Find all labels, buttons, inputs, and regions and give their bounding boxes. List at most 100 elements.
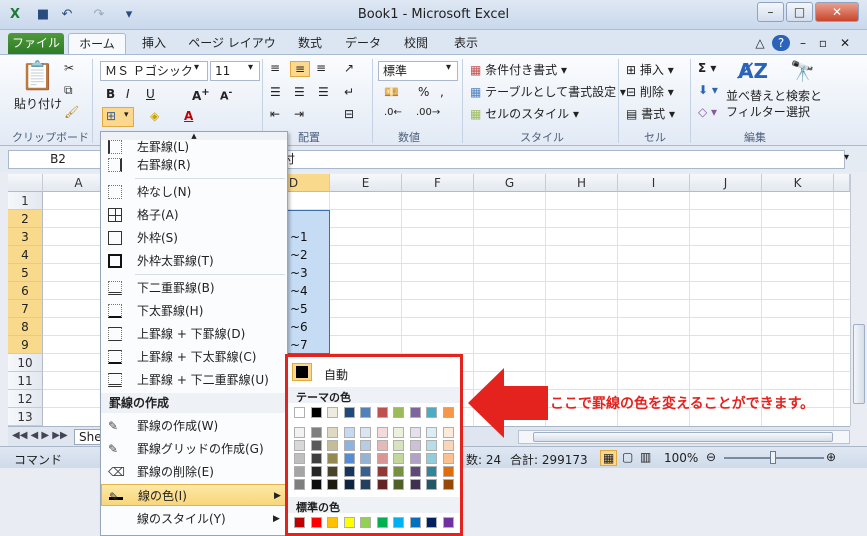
theme-shade-swatch[interactable] <box>393 427 404 438</box>
theme-shade-swatch[interactable] <box>310 479 322 490</box>
theme-color-swatch[interactable] <box>294 407 305 418</box>
standard-color-swatch[interactable] <box>343 517 355 528</box>
standard-color-swatch[interactable] <box>409 517 421 528</box>
decrease-indent-icon[interactable]: ⇤ <box>270 107 280 121</box>
column-header-e[interactable]: E <box>330 174 402 192</box>
column-header-f[interactable]: F <box>402 174 474 192</box>
standard-color-swatch[interactable] <box>310 517 322 528</box>
column-header-i[interactable]: I <box>618 174 690 192</box>
theme-color-swatch[interactable] <box>442 407 454 418</box>
percent-icon[interactable]: % <box>418 85 429 99</box>
tab-formulas[interactable]: 数式 <box>290 33 330 54</box>
delete-cells-button[interactable]: ⊟ 削除 ▾ <box>626 83 674 100</box>
row-header[interactable]: 5 <box>8 264 43 282</box>
currency-icon[interactable]: 💴 <box>384 85 399 99</box>
theme-shade-swatch[interactable] <box>310 427 322 438</box>
increase-decimal-icon[interactable]: .0← <box>384 107 402 118</box>
theme-shade-swatch[interactable] <box>360 427 371 438</box>
theme-shade-swatch[interactable] <box>376 479 388 490</box>
theme-shade-swatch[interactable] <box>426 440 437 451</box>
theme-shade-swatch[interactable] <box>310 440 322 451</box>
menu-item-thick-outside-borders[interactable]: 外枠太罫線(T) <box>101 250 287 272</box>
theme-shade-swatch[interactable] <box>409 427 421 438</box>
column-header-k[interactable]: K <box>762 174 834 192</box>
bold-icon[interactable]: B <box>106 87 115 101</box>
standard-color-swatch[interactable] <box>442 517 454 528</box>
theme-shade-swatch[interactable] <box>343 466 355 477</box>
menu-item-all-borders[interactable]: 格子(A) <box>101 204 287 226</box>
tab-view[interactable]: 表示 <box>446 33 486 54</box>
format-painter-icon[interactable]: 🖌 <box>64 105 79 119</box>
menu-item-top-bottom-border[interactable]: 上罫線 + 下罫線(D) <box>101 323 287 345</box>
grow-font-icon[interactable]: A+ <box>192 87 210 103</box>
doc-restore-icon[interactable]: ▫ <box>816 33 830 54</box>
align-top-icon[interactable]: ≡ <box>270 61 280 75</box>
menu-item-thick-bottom-border[interactable]: 下太罫線(H) <box>101 300 287 322</box>
comma-icon[interactable]: , <box>440 85 444 99</box>
chevron-down-icon[interactable]: ▾ <box>124 110 129 120</box>
column-header-g[interactable]: G <box>474 174 546 192</box>
sheet-nav-icon[interactable]: ◀◀ ◀ ▶ ▶▶ <box>12 430 68 441</box>
theme-shade-swatch[interactable] <box>343 427 355 438</box>
standard-color-swatch[interactable] <box>360 517 371 528</box>
theme-shade-swatch[interactable] <box>426 453 437 464</box>
auto-color-swatch[interactable] <box>292 363 312 381</box>
column-header-l[interactable] <box>834 174 850 192</box>
standard-color-swatch[interactable] <box>426 517 437 528</box>
format-as-table-button[interactable]: ▦ テーブルとして書式設定 ▾ <box>470 83 626 100</box>
menu-item-line-style[interactable]: 線のスタイル(Y) ▶ <box>101 508 287 530</box>
horizontal-scroll-thumb[interactable] <box>533 432 833 442</box>
theme-shade-swatch[interactable] <box>343 479 355 490</box>
wrap-text-icon[interactable]: ↵ <box>344 85 354 99</box>
menu-item-erase-border[interactable]: ⌫ 罫線の削除(E) <box>101 461 287 483</box>
theme-shade-swatch[interactable] <box>376 440 388 451</box>
maximize-button[interactable]: □ <box>786 2 813 22</box>
find-select-icon[interactable]: 🔭 <box>790 59 815 83</box>
theme-shade-swatch[interactable] <box>376 427 388 438</box>
underline-icon[interactable]: U <box>146 87 155 101</box>
paste-button[interactable]: 貼り付け <box>14 95 62 112</box>
theme-color-swatch[interactable] <box>360 407 371 418</box>
row-header[interactable]: 7 <box>8 300 43 318</box>
menu-item-line-color[interactable]: ✎ 線の色(I) ▶ <box>101 484 287 506</box>
close-button[interactable]: ✕ <box>815 2 859 22</box>
insert-cells-button[interactable]: ⊞ 挿入 ▾ <box>626 61 674 78</box>
theme-shade-swatch[interactable] <box>327 440 338 451</box>
theme-shade-swatch[interactable] <box>376 453 388 464</box>
align-center-icon[interactable]: ☰ <box>294 85 305 99</box>
minimize-button[interactable]: – <box>757 2 784 22</box>
theme-shade-swatch[interactable] <box>426 427 437 438</box>
conditional-format-button[interactable]: ▦ 条件付き書式 ▾ <box>470 61 567 78</box>
sort-filter-icon[interactable]: A̸Z <box>738 59 768 83</box>
theme-shade-swatch[interactable] <box>294 427 305 438</box>
menu-item-right-border[interactable]: 右罫線(R) <box>101 154 287 176</box>
cell-styles-button[interactable]: ▦ セルのスタイル ▾ <box>470 105 579 122</box>
fill-icon[interactable]: ⬇ ▾ <box>698 83 718 97</box>
menu-item-draw-border[interactable]: ✎ 罫線の作成(W) <box>101 415 287 437</box>
italic-icon[interactable]: I <box>126 87 130 101</box>
horizontal-scrollbar[interactable] <box>518 430 850 444</box>
row-header[interactable]: 13 <box>8 408 43 426</box>
cut-icon[interactable]: ✂ <box>64 61 74 75</box>
page-break-view-icon[interactable]: ▥ <box>640 450 651 464</box>
vertical-scroll-thumb[interactable] <box>853 324 865 404</box>
theme-color-swatch[interactable] <box>327 407 338 418</box>
paste-icon[interactable]: 📋 <box>20 59 55 92</box>
theme-color-swatch[interactable] <box>310 407 322 418</box>
row-header[interactable]: 2 <box>8 210 43 228</box>
font-color-icon[interactable]: A <box>184 109 193 123</box>
select-all-corner[interactable] <box>8 174 43 192</box>
theme-shade-swatch[interactable] <box>393 453 404 464</box>
zoom-in-icon[interactable]: ⊕ <box>826 450 836 464</box>
standard-color-swatch[interactable] <box>327 517 338 528</box>
align-left-icon[interactable]: ☰ <box>270 85 281 99</box>
theme-shade-swatch[interactable] <box>294 440 305 451</box>
autosum-icon[interactable]: Σ ▾ <box>698 61 716 75</box>
theme-shade-swatch[interactable] <box>393 466 404 477</box>
theme-color-swatch[interactable] <box>393 407 404 418</box>
theme-shade-swatch[interactable] <box>426 479 437 490</box>
align-middle-icon[interactable]: ≡ <box>290 61 311 77</box>
theme-shade-swatch[interactable] <box>327 466 338 477</box>
theme-shade-swatch[interactable] <box>393 479 404 490</box>
expand-formula-icon[interactable]: ▾ <box>844 152 849 163</box>
